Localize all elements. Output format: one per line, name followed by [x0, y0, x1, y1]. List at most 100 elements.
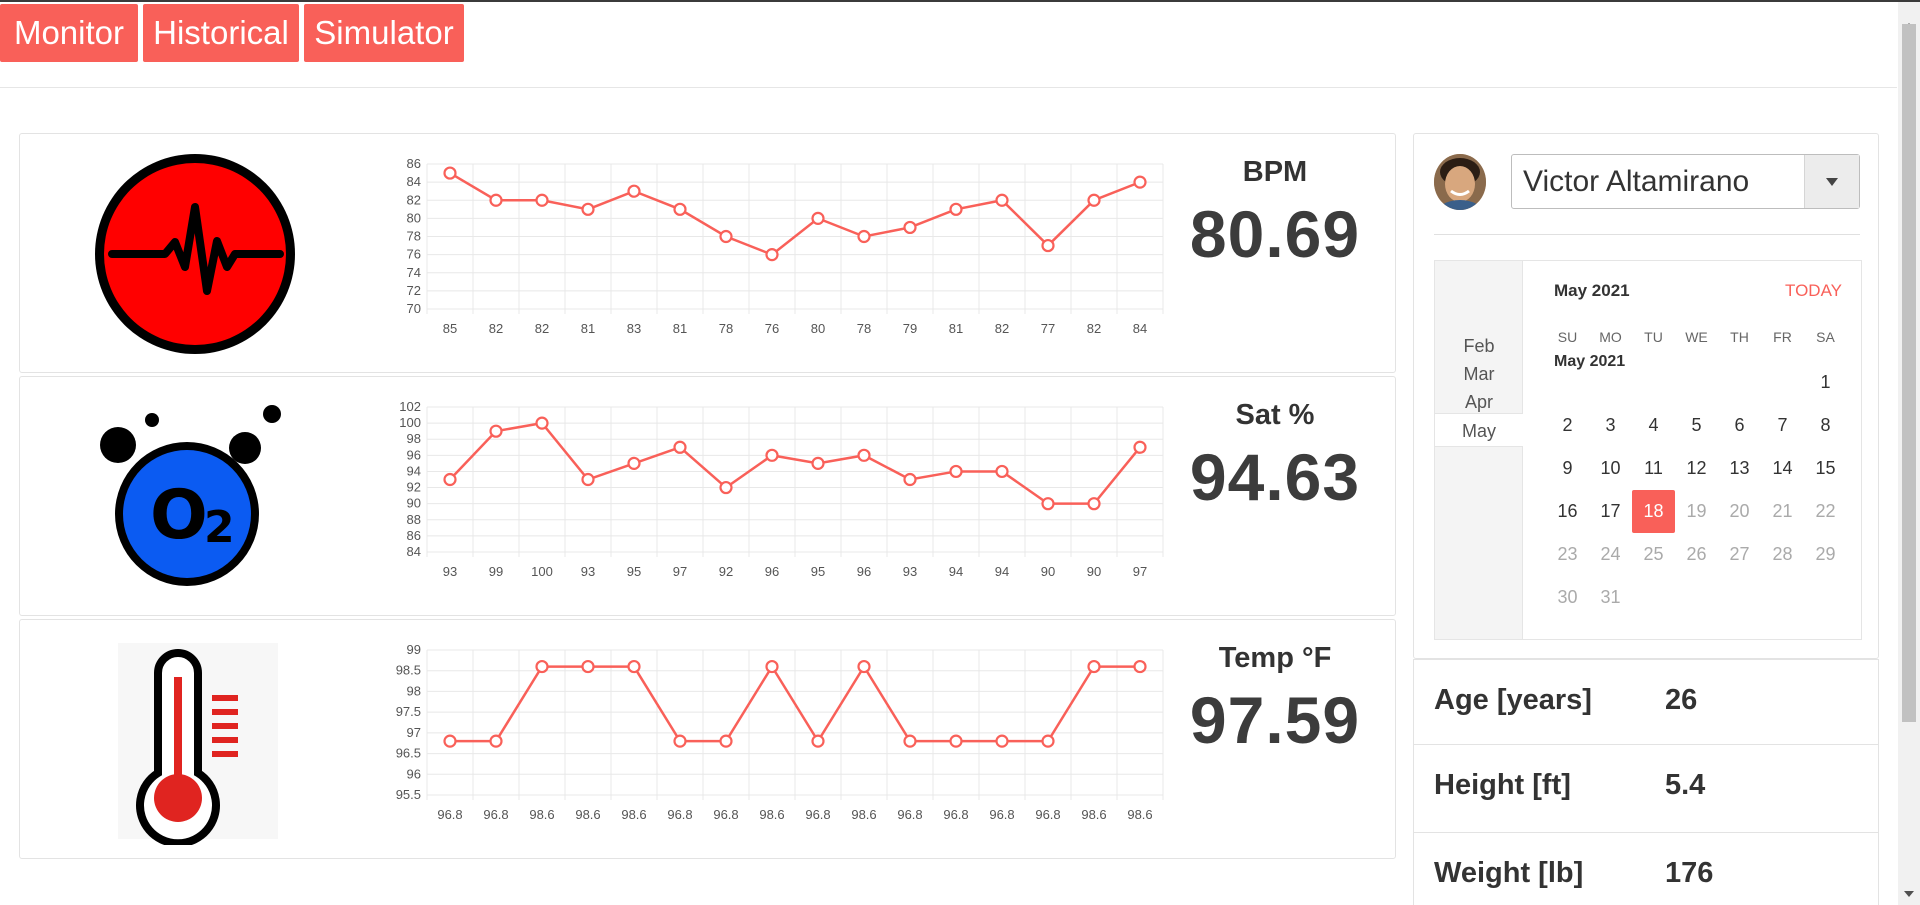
nav-simulator-button[interactable]: Simulator: [304, 4, 464, 62]
height-row: Height [ft] 5.4: [1413, 744, 1879, 834]
data-point: [949, 464, 963, 479]
x-tick-label: 82: [1087, 321, 1101, 336]
nav-monitor-button[interactable]: Monitor: [0, 4, 138, 62]
data-point: [811, 456, 825, 470]
x-tick-label: 99: [489, 564, 503, 579]
day-cell[interactable]: 14: [1761, 447, 1804, 490]
day-cell[interactable]: 20: [1718, 490, 1761, 533]
day-cell[interactable]: 10: [1589, 447, 1632, 490]
y-tick-label: 76: [407, 247, 421, 262]
y-tick-label: 86: [407, 528, 421, 543]
day-cell[interactable]: 5: [1675, 404, 1718, 447]
month-item-may[interactable]: May: [1435, 413, 1523, 447]
day-cell[interactable]: 16: [1546, 490, 1589, 533]
x-tick-label: 95: [811, 564, 825, 579]
day-cell[interactable]: 4: [1632, 404, 1675, 447]
day-cell[interactable]: 30: [1546, 576, 1589, 619]
data-point: [535, 193, 549, 207]
weight-row: Weight [lb] 176: [1413, 832, 1879, 905]
day-cell[interactable]: 21: [1761, 490, 1804, 533]
chevron-down-icon[interactable]: [1804, 155, 1859, 208]
day-cell-selected[interactable]: 18: [1632, 490, 1675, 533]
app-root: Monitor Historical Simulator 86 84 82 80 78 7…: [0, 0, 1920, 905]
data-point: [903, 220, 917, 235]
data-point: [627, 456, 641, 470]
day-cell[interactable]: 28: [1761, 533, 1804, 576]
y-tick-label: 90: [407, 496, 421, 511]
day-cell[interactable]: 17: [1589, 490, 1632, 533]
day-cell[interactable]: 11: [1632, 447, 1675, 490]
data-point: [765, 248, 779, 262]
weekday-label: TU: [1644, 329, 1663, 345]
day-cell[interactable]: 6: [1718, 404, 1761, 447]
data-point: [627, 184, 641, 198]
x-tick-label: 82: [535, 321, 549, 336]
x-tick-label: 90: [1087, 564, 1101, 579]
x-tick-label: 82: [489, 321, 503, 336]
day-cell[interactable]: 29: [1804, 533, 1847, 576]
scroll-thumb[interactable]: [1902, 24, 1916, 722]
day-cell[interactable]: 3: [1589, 404, 1632, 447]
x-tick-label: 83: [627, 321, 641, 336]
y-tick-label: 84: [407, 544, 421, 559]
data-point: [857, 659, 871, 674]
day-cell[interactable]: 24: [1589, 533, 1632, 576]
weekday-label: MO: [1599, 329, 1622, 345]
x-tick-label: 78: [857, 321, 871, 336]
day-cell[interactable]: 12: [1675, 447, 1718, 490]
weekday-label: WE: [1685, 329, 1708, 345]
day-cell[interactable]: 7: [1761, 404, 1804, 447]
temperature-line-chart: 99 98.5 98 97.5 97 96.5 96 95.5 96.8 96.8 98.6 98.6…: [396, 642, 1164, 822]
day-cell[interactable]: 25: [1632, 533, 1675, 576]
saturation-value: 94.63: [1189, 440, 1361, 514]
y-tick-label: 72: [407, 283, 421, 298]
y-tick-label: 95.5: [396, 787, 421, 802]
data-point: [995, 464, 1009, 479]
y-tick-label: 88: [407, 512, 421, 527]
day-cell[interactable]: 15: [1804, 447, 1847, 490]
calendar-month-view: May 2021 TODAY SU MO TU WE TH FR SA May 2021 1…: [1523, 261, 1861, 639]
day-cell[interactable]: 13: [1718, 447, 1761, 490]
x-tick-label: 97: [1133, 564, 1147, 579]
day-cell[interactable]: 22: [1804, 490, 1847, 533]
avatar: [1434, 154, 1486, 210]
day-cell[interactable]: 31: [1589, 576, 1632, 619]
x-tick-label: 78: [719, 321, 733, 336]
x-tick-label: 97: [673, 564, 687, 579]
day-cell[interactable]: 1: [1804, 361, 1847, 404]
day-cell[interactable]: 8: [1804, 404, 1847, 447]
vertical-scrollbar[interactable]: [1898, 2, 1920, 905]
x-tick-label: 81: [949, 321, 963, 336]
patient-select[interactable]: Victor Altamirano: [1511, 154, 1860, 209]
x-tick-label: 96.8: [943, 807, 968, 822]
data-point: [1087, 193, 1101, 207]
weight-value: 176: [1665, 857, 1714, 889]
day-cell[interactable]: 27: [1718, 533, 1761, 576]
scroll-down-icon[interactable]: [1898, 886, 1920, 904]
nav-historical-button[interactable]: Historical: [143, 4, 299, 62]
data-point: [903, 734, 917, 748]
day-cell[interactable]: 26: [1675, 533, 1718, 576]
y-tick-label: 82: [407, 192, 421, 207]
y-tick-label: 94: [407, 463, 421, 478]
saturation-chart: 102 100 98 96 94 92 90 88 86 84 93 99 100 93 95 97 92 96 9…: [375, 397, 1175, 597]
day-cell[interactable]: 23: [1546, 533, 1589, 576]
saturation-label: Sat %: [1235, 399, 1315, 431]
y-tick-label: 100: [399, 415, 421, 430]
x-tick-label: 98.6: [575, 807, 600, 822]
x-tick-label: 82: [995, 321, 1009, 336]
today-button[interactable]: TODAY: [1785, 281, 1842, 301]
y-tick-label: 98: [407, 683, 421, 698]
day-cell[interactable]: 2: [1546, 404, 1589, 447]
data-point: [949, 202, 963, 216]
svg-text:O: O: [150, 476, 208, 555]
day-cell[interactable]: 19: [1675, 490, 1718, 533]
x-tick-label: 96: [857, 564, 871, 579]
x-tick-label: 90: [1041, 564, 1055, 579]
data-point: [949, 734, 963, 748]
weekday-label: FR: [1773, 329, 1792, 345]
heartbeat-icon: [90, 149, 300, 359]
day-cell[interactable]: 9: [1546, 447, 1589, 490]
data-point: [627, 659, 641, 674]
data-point: [1087, 659, 1101, 674]
